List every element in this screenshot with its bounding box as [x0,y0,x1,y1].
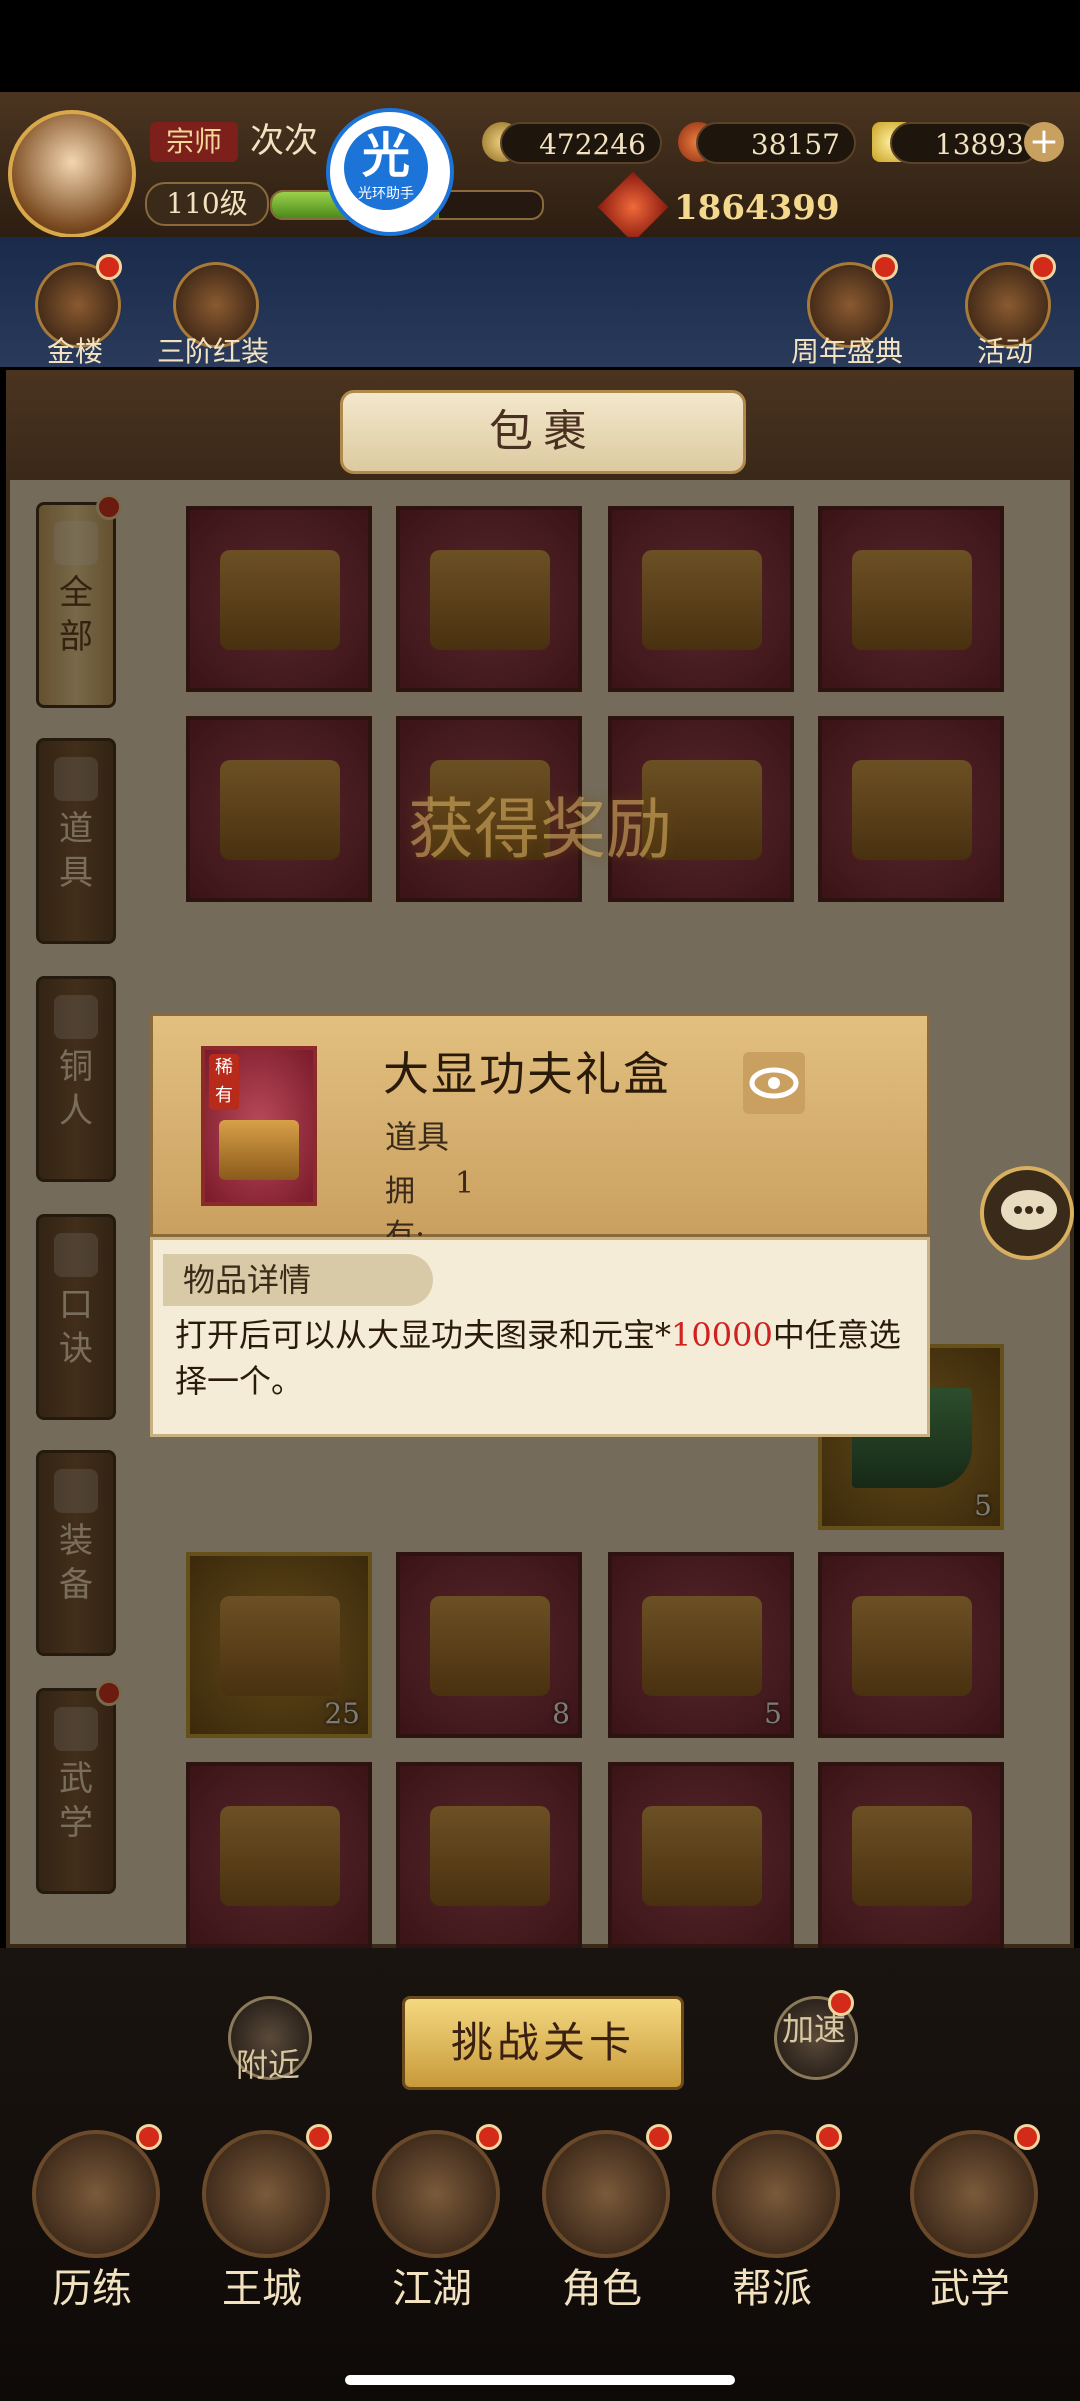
rank-badge: 宗师 [150,122,238,162]
helper-logo-icon: 光 光环助手 [344,126,428,210]
currency-gold: 38157 [696,122,856,164]
nav-item-5[interactable]: 武学 [900,2124,1040,2320]
nav-item-2[interactable]: 江湖 [362,2124,502,2320]
add-currency-icon[interactable]: + [1024,122,1064,162]
nav-icon [32,2130,160,2258]
player-level: 110级 [145,182,269,226]
red-dot-badge [476,2124,502,2150]
red-dot-badge [872,254,898,280]
eye-icon [749,1067,799,1099]
currency-copper: 472246 [500,122,662,164]
nav-label: 江湖 [392,2266,472,2312]
helper-glyph: 光 [361,128,410,184]
nav-icon [202,2130,330,2258]
preview-button[interactable] [743,1052,805,1114]
speedup-label: 加速 [781,2010,846,2048]
chest-icon [219,1120,299,1180]
shortcut-label: 活动 [976,335,1033,368]
popup-header: 稀有 大显功夫礼盒 道具 拥有: 1 [150,1013,930,1253]
helper-label: 光环助手 [358,186,414,202]
nearby-label: 附近 [235,2046,300,2084]
status-bar [0,0,1080,92]
owned-count: 1 [455,1166,475,1201]
reward-banner: 获得奖励 [408,791,672,868]
helper-floating-button[interactable]: 光 光环助手 [326,108,454,236]
chat-button[interactable] [980,1166,1074,1260]
home-indicator [345,2375,735,2385]
nav-item-1[interactable]: 王城 [192,2124,332,2320]
nav-label: 帮派 [732,2266,812,2312]
red-dot-badge [1030,254,1056,280]
shortcut-label: 三阶红装 [156,335,269,368]
shortcut-jinlou[interactable]: 金楼 [30,254,122,368]
shortcut-anniversary[interactable]: 周年盛典 [791,254,903,368]
red-dot-badge [816,2124,842,2150]
nav-icon [712,2130,840,2258]
red-dot-badge [136,2124,162,2150]
nav-label: 王城 [222,2266,302,2312]
shortcut-red-gear[interactable]: 三阶红装 [157,262,269,368]
nav-item-0[interactable]: 历练 [22,2124,162,2320]
nav-icon [910,2130,1038,2258]
shortcut-label: 金楼 [46,335,103,368]
detail-tab-label: 物品详情 [163,1254,433,1306]
item-name: 大显功夫礼盒 [383,1047,671,1101]
red-dot-badge [96,254,122,280]
nav-item-3[interactable]: 角色 [532,2124,672,2320]
description-prefix: 打开后可以从大显功夫图录和元宝* [175,1316,672,1354]
shortcut-label: 周年盛典 [790,335,903,368]
nav-icon [542,2130,670,2258]
item-description: 打开后可以从大显功夫图录和元宝*10000中任意选择一个。 [175,1312,915,1422]
nav-label: 武学 [930,2266,1010,2312]
nav-label: 历练 [52,2266,132,2312]
player-avatar[interactable] [8,110,136,238]
red-dot-badge [1014,2124,1040,2150]
description-amount: 10000 [671,1316,773,1354]
owned-label: 拥有: [385,1174,426,1253]
gift-box-icon: 稀有 [201,1046,317,1206]
chat-bubble-icon [1001,1190,1057,1230]
currency-yuanbao: 13893 [890,122,1040,164]
rarity-tag: 稀有 [209,1054,239,1110]
popup-detail: 物品详情 打开后可以从大显功夫图录和元宝*10000中任意选择一个。 [150,1237,930,1437]
nav-icon [372,2130,500,2258]
combat-power: 1864399 [674,188,840,228]
bag-title: 包裹 [340,390,746,474]
item-detail-popup: 稀有 大显功夫礼盒 道具 拥有: 1 物品详情 打开后可以从大显功夫图录和元宝*… [150,1013,930,1437]
item-type: 道具 [385,1118,450,1156]
nav-item-4[interactable]: 帮派 [702,2124,842,2320]
shortcut-activity[interactable]: 活动 [960,254,1056,368]
red-dot-badge [306,2124,332,2150]
challenge-stage-button[interactable]: 挑战关卡 [402,1996,684,2090]
red-dot-badge [646,2124,672,2150]
red-dot-badge [828,1990,854,2016]
nav-label: 角色 [562,2266,642,2312]
